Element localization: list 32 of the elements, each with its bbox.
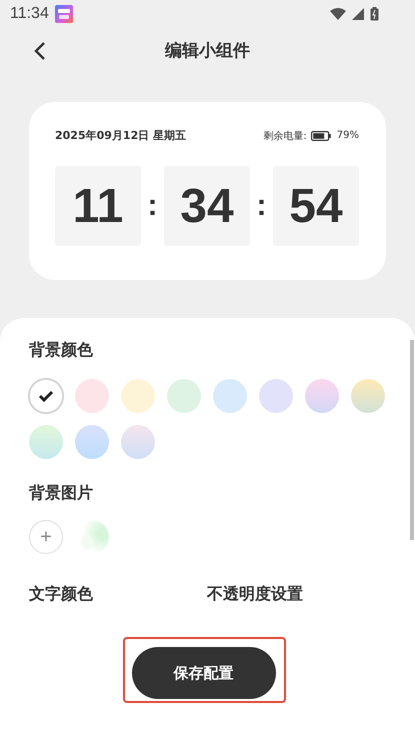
section-title: 文字颜色	[29, 584, 93, 605]
color-swatch[interactable]	[75, 379, 109, 413]
battery-icon	[370, 7, 379, 21]
color-swatch[interactable]	[121, 425, 155, 459]
color-swatch[interactable]	[213, 379, 247, 413]
battery-percent: 79%	[336, 130, 359, 141]
color-swatch[interactable]	[167, 379, 201, 413]
page-title: 编辑小组件	[165, 40, 250, 62]
color-swatch[interactable]	[259, 379, 293, 413]
status-time: 11:34	[10, 5, 49, 23]
wifi-icon	[330, 8, 346, 20]
battery-label: 剩余电量:	[263, 130, 307, 142]
color-swatch[interactable]	[75, 425, 109, 459]
hours-tile: 11	[55, 166, 141, 246]
time-separator: :	[256, 189, 268, 223]
add-image-button[interactable]: +	[29, 520, 63, 554]
color-swatch[interactable]	[29, 379, 63, 413]
minutes-tile: 34	[164, 166, 250, 246]
time-separator: :	[146, 189, 158, 223]
color-swatch[interactable]	[351, 379, 385, 413]
section-title: 背景颜色	[29, 340, 94, 361]
widget-date: 2025年09月12日 星期五	[55, 128, 186, 143]
section-title: 背景图片	[29, 483, 94, 504]
color-swatch[interactable]	[305, 379, 339, 413]
save-button[interactable]: 保存配置	[132, 647, 276, 699]
color-swatch[interactable]	[121, 379, 155, 413]
color-swatch[interactable]	[29, 425, 63, 459]
battery-icon	[310, 130, 331, 140]
app-notification-icon	[54, 5, 73, 23]
seconds-tile: 54	[273, 166, 359, 246]
signal-icon	[352, 8, 364, 20]
section-title: 不透明度设置	[207, 584, 303, 605]
